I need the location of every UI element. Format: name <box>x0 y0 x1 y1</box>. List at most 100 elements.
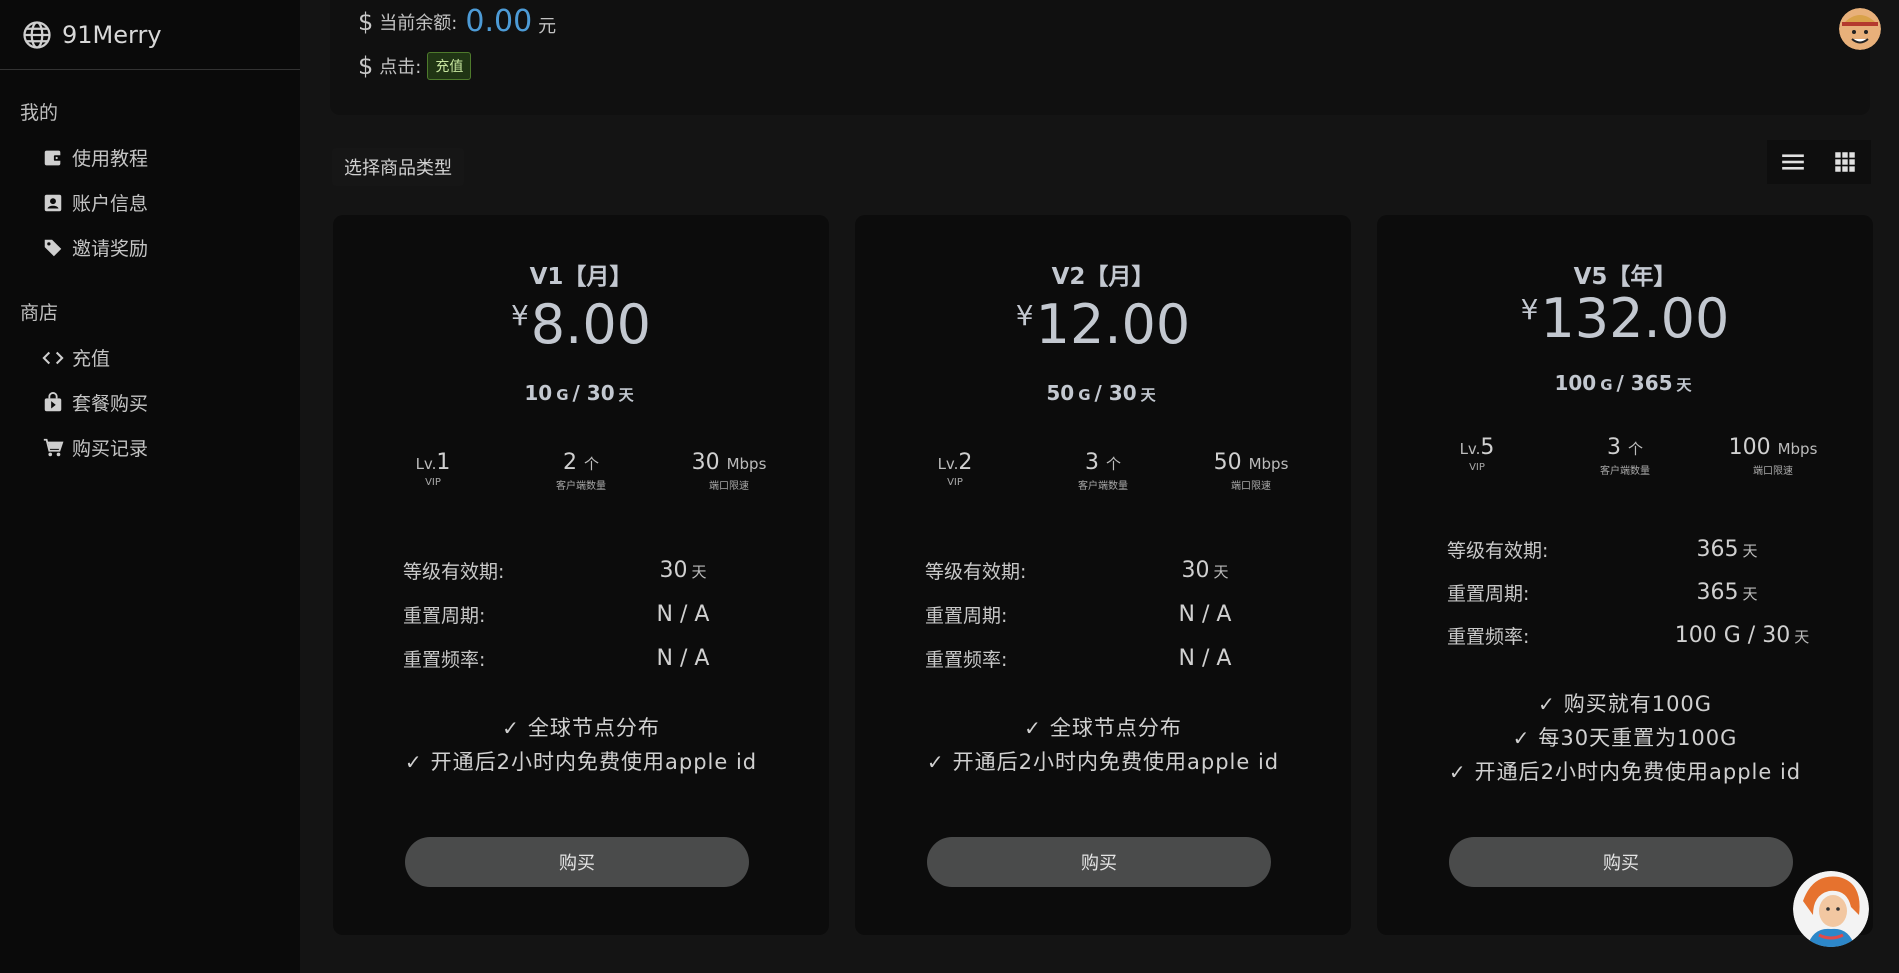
stat-caption: 端口限速 <box>1231 481 1271 492</box>
stat-value: 30 <box>691 450 720 475</box>
detail-value: N / A <box>1178 646 1232 671</box>
detail-value: 30 <box>1181 558 1210 583</box>
recharge-button[interactable]: 充值 <box>427 52 472 80</box>
stat-caption: VIP <box>947 477 963 488</box>
user-avatar[interactable] <box>1839 8 1881 50</box>
feature-item: ✓ 每30天重置为100G <box>1512 726 1738 750</box>
sidebar-item-invite[interactable]: 邀请奖励 <box>0 225 300 270</box>
product-quota: 100 G/ 365 天 <box>1554 371 1692 395</box>
days-unit: 天 <box>1140 386 1156 404</box>
sidebar-item-packages[interactable]: 套餐购买 <box>0 380 300 425</box>
stat-suffix: Mbps <box>1248 455 1289 473</box>
product-card-v2: V2【月】 ¥12.00 50 G/ 30 天 Lv.2 VIP 3 个 客户端数量… <box>855 215 1351 935</box>
stat-value: 50 <box>1213 450 1242 475</box>
quota-amount: 50 <box>1046 381 1075 405</box>
grid-view-icon <box>1835 152 1855 172</box>
detail-key: 等级有效期: <box>925 561 1027 583</box>
check-icon: ✓ <box>1512 726 1531 750</box>
sidebar: 91Merry 我的 使用教程 账户信息 邀请奖励 商店 充值 套餐购买 购买记… <box>0 0 300 973</box>
stat-value: 5 <box>1480 435 1495 460</box>
stat-vip: Lv.1 VIP <box>363 450 503 492</box>
sidebar-item-label: 购买记录 <box>72 438 149 460</box>
detail-row: 重置频率: N / A <box>925 637 1305 680</box>
stat-caption: VIP <box>425 477 441 488</box>
price-value: 12.00 <box>1035 293 1191 356</box>
stat-suffix: 个 <box>1627 440 1643 458</box>
stat-value: 2 <box>562 450 577 475</box>
buy-button[interactable]: 购买 <box>1449 837 1793 887</box>
sidebar-item-tutorial[interactable]: 使用教程 <box>0 135 300 180</box>
brand[interactable]: 91Merry <box>0 0 300 70</box>
detail-row: 重置周期: N / A <box>403 593 783 636</box>
quota-unit: G <box>1600 376 1613 394</box>
detail-row: 等级有效期: 365 天 <box>1447 528 1827 571</box>
detail-key: 重置周期: <box>1447 583 1530 605</box>
quota-amount: 100 <box>1554 371 1597 395</box>
dollar-icon: $ <box>358 7 374 36</box>
contact-card-icon <box>42 192 64 214</box>
product-type-selector[interactable]: 选择商品类型 <box>332 148 464 186</box>
days-unit: 天 <box>618 386 634 404</box>
feature-item: ✓ 开通后2小时内免费使用apple id <box>404 750 758 774</box>
detail-key: 重置频率: <box>403 649 486 671</box>
check-icon: ✓ <box>404 750 423 774</box>
detail-key: 重置频率: <box>925 649 1008 671</box>
detail-key: 重置周期: <box>925 605 1008 627</box>
stat-vip: Lv.5 VIP <box>1407 435 1547 477</box>
stat-suffix: Mbps <box>1777 440 1818 458</box>
stat-value: 3 <box>1084 450 1099 475</box>
buy-button[interactable]: 购买 <box>927 837 1271 887</box>
stat-prefix: Lv. <box>937 455 959 473</box>
currency-symbol: ¥ <box>1520 293 1539 326</box>
list-view-icon <box>1782 154 1804 170</box>
stat-suffix: Mbps <box>726 455 767 473</box>
detail-row: 重置频率: 100 G / 30 天 <box>1447 614 1827 657</box>
detail-value: N / A <box>656 602 710 627</box>
detail-row: 等级有效期: 30 天 <box>403 549 783 592</box>
stat-suffix: 个 <box>583 455 599 473</box>
feature-list: ✓ 购买就有100G ✓ 每30天重置为100G ✓ 开通后2小时内免费使用apple… <box>1377 688 1873 790</box>
buy-button[interactable]: 购买 <box>405 837 749 887</box>
feature-item: ✓ 开通后2小时内免费使用apple id <box>1448 760 1802 784</box>
quota-days: 30 <box>1108 381 1137 405</box>
quota-unit: G <box>1078 386 1091 404</box>
list-view-button[interactable] <box>1767 140 1819 184</box>
sidebar-item-orders[interactable]: 购买记录 <box>0 425 300 470</box>
detail-key: 重置周期: <box>403 605 486 627</box>
stat-value: 2 <box>958 450 973 475</box>
tag-icon <box>42 237 64 259</box>
balance-label: 当前余额: <box>379 12 458 34</box>
product-title: V1【月】 <box>529 264 633 290</box>
cart-icon <box>42 437 64 459</box>
detail-value: 365 <box>1696 537 1739 562</box>
feature-item: ✓ 全球节点分布 <box>502 716 660 740</box>
detail-row: 重置频率: N / A <box>403 637 783 680</box>
stat-suffix: 个 <box>1105 455 1121 473</box>
currency-symbol: ¥ <box>510 299 529 332</box>
sidebar-item-label: 邀请奖励 <box>72 238 149 260</box>
sidebar-item-account[interactable]: 账户信息 <box>0 180 300 225</box>
support-chat-avatar[interactable] <box>1793 871 1869 947</box>
detail-value: 100 G / 30 <box>1674 623 1791 648</box>
detail-suffix: 天 <box>691 563 707 581</box>
days-unit: 天 <box>1676 376 1692 394</box>
product-quota: 10 G/ 30 天 <box>524 381 634 405</box>
check-icon: ✓ <box>502 716 520 740</box>
stat-value: 3 <box>1606 435 1621 460</box>
sidebar-item-recharge[interactable]: 充值 <box>0 335 300 380</box>
wallet-icon <box>42 147 64 169</box>
product-stats: Lv.1 VIP 2 个 客户端数量 30 Mbps 端口限速 <box>363 450 799 492</box>
quota-days: 30 <box>586 381 615 405</box>
stat-value: 1 <box>436 450 451 475</box>
detail-row: 重置周期: 365 天 <box>1447 571 1827 614</box>
grid-view-button[interactable] <box>1819 140 1871 184</box>
stat-caption: 客户端数量 <box>1078 481 1128 492</box>
balance-card: $ 当前余额: 0.00 元 $ 点击: 充值 <box>330 0 1870 115</box>
feature-list: ✓ 全球节点分布 ✓ 开通后2小时内免费使用apple id <box>855 712 1351 780</box>
check-icon: ✓ <box>926 750 945 774</box>
detail-value: 30 <box>659 558 688 583</box>
detail-value: N / A <box>656 646 710 671</box>
product-stats: Lv.5 VIP 3 个 客户端数量 100 Mbps 端口限速 <box>1407 435 1843 477</box>
code-icon <box>42 347 64 369</box>
product-stats: Lv.2 VIP 3 个 客户端数量 50 Mbps 端口限速 <box>885 450 1321 492</box>
